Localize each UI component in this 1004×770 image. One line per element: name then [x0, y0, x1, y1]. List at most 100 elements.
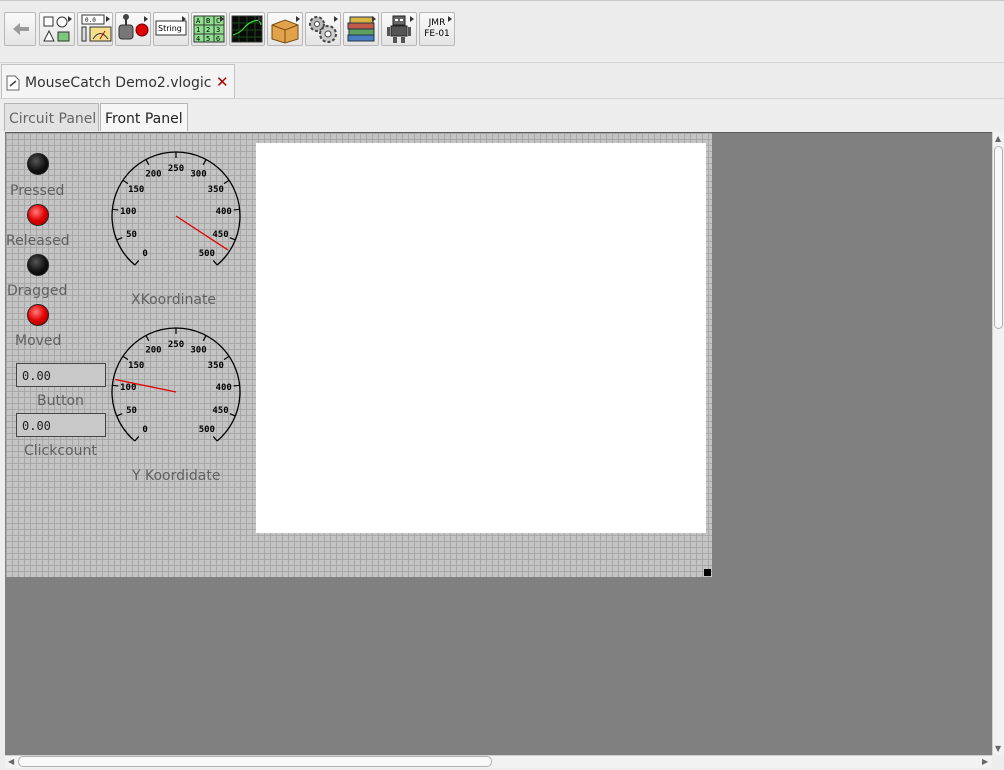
gauge-tick [145, 159, 150, 166]
gauge-tick [212, 436, 218, 442]
gauge-tick-label: 50 [126, 406, 137, 416]
moved-led [27, 304, 49, 326]
io-instruments-button[interactable]: 0.0 [77, 12, 113, 46]
back-arrow-icon [13, 23, 29, 35]
gauge-tick [122, 179, 129, 185]
close-tab-icon[interactable]: ✕ [216, 73, 229, 91]
gauge-tick-label: 350 [208, 361, 224, 371]
oscilloscope-icon [231, 15, 263, 43]
gauge-tick-label: 200 [145, 170, 161, 180]
svg-text:C: C [216, 17, 220, 25]
shapes-icon [43, 16, 70, 42]
gauge-tick-label: 100 [120, 383, 136, 393]
released-led [27, 204, 49, 226]
scroll-up-icon[interactable]: ▲ [995, 134, 1001, 143]
jmr-label-line2: FE-01 [424, 29, 450, 39]
gauge-tick-label: 250 [168, 164, 184, 174]
gauge-tick-label: 300 [190, 346, 206, 356]
gauge-tick [229, 237, 236, 241]
dragged-label: Dragged [7, 283, 68, 299]
gauge-tick [112, 208, 119, 211]
gauge-tick-label: 150 [128, 361, 144, 371]
y-coordinate-label: Y Koordidate [132, 468, 221, 484]
gauge-tick [122, 355, 129, 361]
scroll-left-icon[interactable]: ◀ [8, 757, 14, 766]
joystick-led-icon [118, 14, 149, 40]
oscilloscope-button[interactable] [229, 12, 265, 46]
svg-text:0.0: 0.0 [85, 17, 96, 24]
gauge-tick-label: 0 [142, 425, 147, 435]
svg-text:1: 1 [196, 26, 200, 34]
pressed-led [27, 153, 49, 175]
gauge-tick-label: 500 [199, 249, 215, 259]
controls-button[interactable] [115, 12, 151, 46]
gauge-tick [134, 260, 140, 266]
gauge-tick [112, 384, 119, 387]
gauge-tick-label: 150 [128, 185, 144, 195]
gauge-tick-label: 250 [168, 340, 184, 350]
gauge-tick [116, 413, 123, 417]
table-icon: ABC 123 456 [193, 15, 225, 43]
button-value-display: 0.00 [16, 363, 106, 387]
tab-circuit-panel[interactable]: Circuit Panel [4, 103, 99, 131]
svg-text:String: String [158, 24, 182, 33]
gauge-tick-label: 350 [208, 185, 224, 195]
settings-button[interactable] [305, 12, 341, 46]
svg-text:B: B [206, 17, 210, 25]
gauge-tick-label: 400 [216, 383, 232, 393]
horizontal-scroll-thumb[interactable] [18, 756, 492, 767]
robot-button[interactable] [381, 12, 417, 46]
svg-text:4: 4 [196, 35, 200, 43]
robot-icon [387, 15, 411, 43]
gauge-tick-label: 500 [199, 425, 215, 435]
toolbar: 0.0 String ABC 123 456 JMR FE-01 [0, 0, 1004, 58]
gauge-tick [145, 335, 150, 342]
x-coordinate-label: XKoordinate [131, 292, 217, 308]
string-button[interactable]: String [153, 12, 189, 46]
svg-text:2: 2 [206, 26, 210, 34]
pressed-label: Pressed [10, 183, 65, 199]
vertical-scroll-thumb[interactable] [994, 146, 1003, 329]
books-icon [347, 16, 375, 42]
svg-text:3: 3 [216, 26, 220, 34]
jmr-button[interactable]: JMR FE-01 [419, 12, 455, 46]
document-icon [6, 75, 20, 91]
gauge-tick-label: 200 [145, 346, 161, 356]
jmr-label-line1: JMR [428, 18, 446, 28]
back-button[interactable] [4, 12, 36, 46]
gauge-tick [212, 260, 218, 266]
table-button[interactable]: ABC 123 456 [191, 12, 227, 46]
gauge-tick [223, 179, 230, 185]
moved-label: Moved [15, 333, 62, 349]
gauge-tick-label: 300 [190, 170, 206, 180]
gauge-tick-label: 400 [216, 207, 232, 217]
gauge-tick [202, 335, 207, 342]
released-label: Released [6, 233, 70, 249]
gauge-tick-label: 50 [126, 230, 137, 240]
gauge-tick [116, 237, 123, 241]
string-icon: String [155, 20, 187, 36]
gauge-tick [229, 413, 236, 417]
gauge-tick [233, 384, 240, 387]
y-coordinate-gauge: 0 50 100 150200 250 300350 400 450 500 [111, 327, 241, 442]
clickcount-value-display: 0.00 [16, 413, 106, 437]
gears-icon [309, 16, 337, 43]
gauge-tick [202, 159, 207, 166]
package-button[interactable] [267, 12, 303, 46]
tab-front-panel[interactable]: Front Panel [100, 103, 188, 131]
gauge-tick-label: 450 [212, 230, 228, 240]
resize-handle[interactable] [704, 569, 711, 576]
shapes-button[interactable] [39, 12, 75, 46]
scroll-right-icon[interactable]: ▶ [982, 757, 988, 766]
mouse-catch-canvas[interactable] [256, 143, 706, 533]
scroll-down-icon[interactable]: ▼ [995, 744, 1001, 753]
document-tab-title: MouseCatch Demo2.vlogic [25, 75, 212, 91]
io-meter-icon: 0.0 [81, 14, 112, 42]
gauge-tick [223, 355, 230, 361]
svg-text:5: 5 [206, 35, 210, 43]
box-icon [271, 19, 299, 44]
button-label: Button [37, 393, 84, 409]
x-coordinate-gauge: 0 50 100 150200 250 300350 400 450 500 [111, 151, 241, 266]
clickcount-label: Clickcount [24, 443, 97, 459]
library-button[interactable] [343, 12, 379, 46]
